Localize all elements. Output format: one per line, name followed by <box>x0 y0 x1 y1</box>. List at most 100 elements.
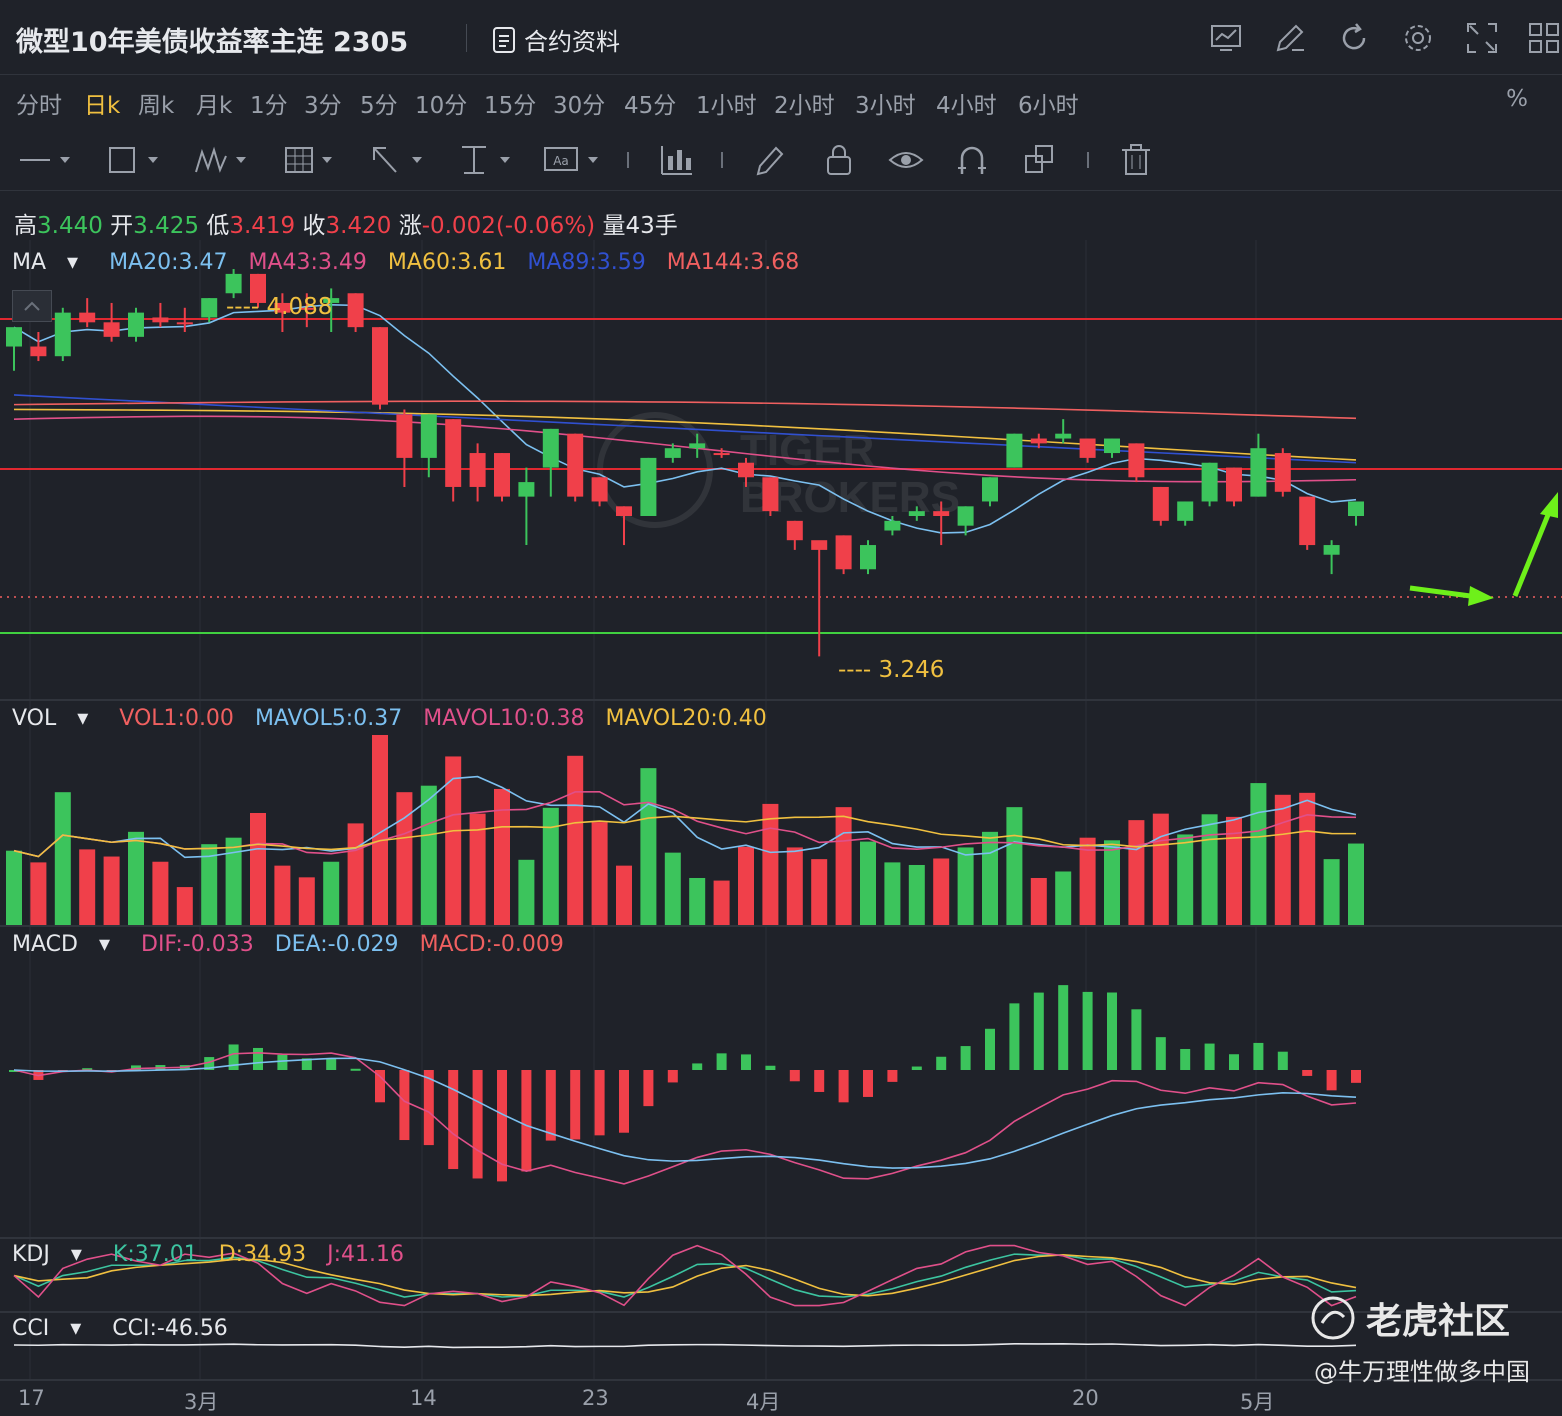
volume-bar <box>542 807 559 925</box>
low-label: 低 <box>206 213 230 239</box>
candle-body <box>884 520 901 531</box>
macd-indicator-selector[interactable]: MACD ▾ <box>12 932 110 957</box>
candle-body <box>689 443 706 449</box>
volume-bar <box>1104 840 1120 925</box>
candle-body <box>1274 453 1291 492</box>
open-value: 3.425 <box>133 213 200 239</box>
volume-bar <box>1177 834 1194 925</box>
volume-bar <box>323 861 340 925</box>
candle-body <box>1030 438 1047 444</box>
date-label: 17 <box>18 1386 45 1410</box>
volume-bar <box>591 822 608 925</box>
cci-indicator-selector[interactable]: CCI ▾ <box>12 1316 81 1341</box>
low-price-marker: ---- 3.246 <box>838 657 945 683</box>
ma89-line <box>13 394 1357 464</box>
macd-bar <box>1302 1070 1313 1076</box>
macd-bar <box>838 1070 849 1103</box>
candle-body <box>1299 496 1316 546</box>
volume-bar <box>567 755 584 925</box>
volume-bar <box>689 877 706 925</box>
macd-bar <box>960 1046 971 1070</box>
high-value: 3.440 <box>37 213 103 239</box>
candle-body <box>1201 462 1218 502</box>
macd-bar <box>1033 992 1044 1070</box>
change-label: 涨 <box>398 213 422 239</box>
date-label: 20 <box>1072 1386 1099 1410</box>
volume-bar <box>762 803 779 925</box>
candle-body <box>1079 438 1096 458</box>
cci-name: CCI <box>12 1316 50 1341</box>
ma60-value: MA60:3.61 <box>387 250 507 275</box>
macd-bar <box>545 1070 556 1141</box>
volume-bar <box>957 847 974 925</box>
volume-bar <box>616 865 632 925</box>
candle-body <box>79 312 96 323</box>
macd-bar <box>1326 1070 1337 1091</box>
candle-body <box>225 273 242 294</box>
ma-legend: MA ▾ MA20:3.47 MA43:3.49 MA60:3.61 MA89:… <box>12 250 813 275</box>
candle-body <box>567 433 584 497</box>
macd-bar <box>521 1070 532 1172</box>
candle-body <box>957 506 974 526</box>
low-value: 3.419 <box>229 213 296 239</box>
d-value: D:34.93 <box>218 1242 307 1267</box>
vol-indicator-selector[interactable]: VOL ▾ <box>12 706 88 731</box>
ohlc-readout: 高3.440 开3.425 低3.419 收3.420 涨-0.002(-0.0… <box>14 206 678 240</box>
macd-bar <box>570 1070 581 1140</box>
volume-bar <box>1274 794 1291 925</box>
dea-line <box>13 1057 1357 1169</box>
macd-bar <box>1131 1009 1142 1070</box>
date-label: 23 <box>582 1386 609 1410</box>
mavol20-value: MAVOL20:0.40 <box>605 706 767 731</box>
date-label: 5月 <box>1240 1390 1275 1414</box>
candle-body <box>1152 486 1169 521</box>
candle-body <box>1006 433 1023 468</box>
ma89-value: MA89:3.59 <box>527 250 646 275</box>
macd-value: MACD:-0.009 <box>419 932 564 957</box>
macd-legend: MACD ▾ DIF:-0.033 DEA:-0.029 MACD:-0.009 <box>12 932 578 957</box>
high-price-marker: ---- 4.088 <box>226 294 333 320</box>
macd-bar <box>1009 1003 1020 1070</box>
date-label: 14 <box>410 1386 437 1410</box>
watermark-text: 老虎社区 <box>1366 1301 1511 1342</box>
candle-body <box>420 414 437 458</box>
volume-bar <box>79 849 96 925</box>
macd-bar <box>814 1070 825 1092</box>
macd-bar <box>594 1070 605 1136</box>
ma144-value: MA144:3.68 <box>666 250 800 275</box>
candle-body <box>30 346 47 357</box>
candle-body <box>1055 433 1072 439</box>
close-label: 收 <box>302 213 326 239</box>
ma-name: MA <box>12 250 47 275</box>
volume-bar <box>54 792 71 925</box>
ma-indicator-selector[interactable]: MA ▾ <box>12 250 78 275</box>
j-value: J:41.16 <box>327 1242 404 1267</box>
candle-body <box>201 298 218 318</box>
volume-bar <box>396 792 413 925</box>
candle-body <box>738 462 754 478</box>
volume-bar <box>713 880 730 925</box>
volume-bar <box>860 841 876 925</box>
macd-bar <box>789 1070 800 1082</box>
macd-bar <box>863 1070 873 1097</box>
cci-legend: CCI ▾ CCI:-46.56 <box>12 1316 242 1341</box>
candle-body <box>664 448 681 458</box>
kdj-indicator-selector[interactable]: KDJ ▾ <box>12 1242 82 1267</box>
volume-bar <box>933 858 950 925</box>
macd-name: MACD <box>12 932 78 957</box>
open-label: 开 <box>110 213 134 239</box>
candle-body <box>128 312 144 337</box>
candle-body <box>1323 545 1340 555</box>
macd-bar <box>1155 1037 1166 1070</box>
vol-legend: VOL ▾ VOL1:0.00 MAVOL5:0.37 MAVOL10:0.38… <box>12 706 781 731</box>
volume-bar <box>274 865 291 925</box>
candle-body <box>54 312 71 357</box>
candle-body <box>835 535 852 570</box>
mavol10-value: MAVOL10:0.38 <box>423 706 585 731</box>
macd-bar <box>326 1058 337 1070</box>
candle-body <box>372 327 388 405</box>
dif-line <box>13 1052 1357 1185</box>
collapse-button[interactable] <box>12 290 52 322</box>
volume-bar <box>835 807 852 925</box>
macd-bar <box>350 1068 361 1071</box>
